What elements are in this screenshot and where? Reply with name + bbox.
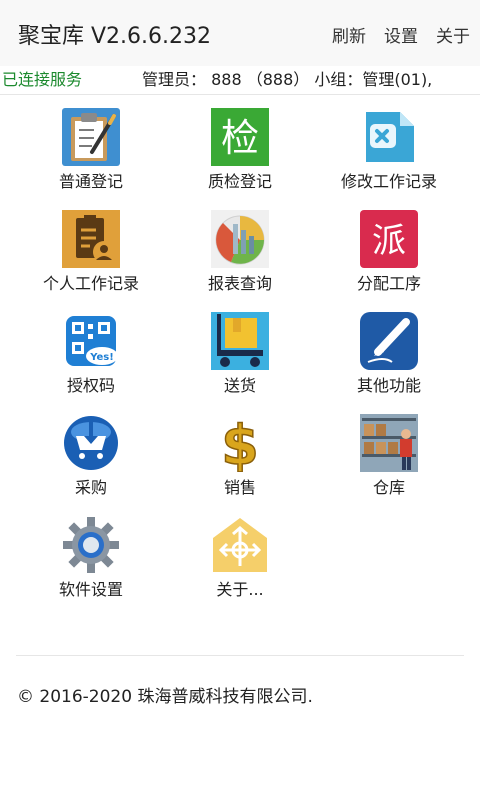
dollar-glyph: $ <box>221 414 259 472</box>
tile-about[interactable]: 关于... <box>165 512 315 608</box>
inspection-icon: 检 <box>211 108 269 166</box>
qr-code-icon: Yes! <box>66 316 118 366</box>
tile-label: 软件设置 <box>58 580 123 599</box>
about-icon <box>213 518 267 572</box>
tile-personal-work-record[interactable]: 个人工作记录 <box>16 206 166 302</box>
personal-record-icon <box>62 210 120 268</box>
tile-label: 质检登记 <box>207 172 272 191</box>
inspection-glyph: 检 <box>221 116 259 160</box>
gear-icon <box>63 517 119 573</box>
top-menu: 刷新 设置 关于 <box>332 22 470 47</box>
copyright-text: © 2016-2020 珠海普威科技有限公司. <box>17 687 313 707</box>
dispatch-icon: 派 <box>360 210 418 268</box>
tile-sales[interactable]: $ 销售 <box>165 410 315 506</box>
warehouse-icon <box>360 414 418 472</box>
about-menu-item[interactable]: 关于 <box>436 22 470 47</box>
tile-assign-process[interactable]: 派 分配工序 <box>314 206 464 302</box>
tile-normal-register[interactable]: 普通登记 <box>16 104 166 200</box>
delivery-cart-icon <box>211 312 269 370</box>
pen-icon <box>360 312 418 370</box>
status-bar: 已连接服务 管理员： 888 （888） 小组：管理(01), <box>0 66 480 95</box>
edit-document-icon <box>366 112 414 162</box>
title-bar: 聚宝库 V2.6.6.232 刷新 设置 关于 <box>0 0 480 67</box>
tile-label: 销售 <box>223 478 256 497</box>
tile-edit-work-record[interactable]: 修改工作记录 <box>314 104 464 200</box>
tile-warehouse[interactable]: 仓库 <box>314 410 464 506</box>
clipboard-pen-icon <box>62 108 120 166</box>
tile-label: 个人工作记录 <box>42 274 139 293</box>
report-chart-icon <box>211 210 269 268</box>
tile-purchase[interactable]: 采购 <box>16 410 166 506</box>
tile-other-functions[interactable]: 其他功能 <box>314 308 464 404</box>
tile-delivery[interactable]: 送货 <box>165 308 315 404</box>
connection-status: 已连接服务 <box>2 70 83 89</box>
admin-info: 管理员： 888 （888） 小组：管理(01), <box>142 70 433 89</box>
tile-auth-code[interactable]: Yes! 授权码 <box>16 308 166 404</box>
settings-menu-item[interactable]: 设置 <box>384 22 418 47</box>
dispatch-glyph: 派 <box>372 221 406 261</box>
tile-label: 普通登记 <box>58 172 123 191</box>
tile-label: 关于... <box>216 580 264 599</box>
tile-inspection-register[interactable]: 检 质检登记 <box>165 104 315 200</box>
refresh-menu-item[interactable]: 刷新 <box>332 22 366 47</box>
qr-yes-text: Yes! <box>89 352 114 363</box>
tile-label: 采购 <box>74 478 107 497</box>
tile-label: 送货 <box>223 376 256 395</box>
tile-label: 修改工作记录 <box>340 172 437 191</box>
tile-software-settings[interactable]: 软件设置 <box>16 512 166 608</box>
tile-label: 授权码 <box>66 376 115 395</box>
footer-divider <box>16 655 464 656</box>
dollar-icon: $ <box>220 414 259 472</box>
app-title: 聚宝库 V2.6.6.232 <box>18 24 212 49</box>
tile-report-query[interactable]: 报表查询 <box>165 206 315 302</box>
tile-label: 分配工序 <box>356 274 421 293</box>
tile-label: 其他功能 <box>356 376 421 395</box>
tile-label: 报表查询 <box>207 274 272 293</box>
tile-label: 仓库 <box>372 478 405 497</box>
purchase-cart-icon <box>64 416 118 470</box>
